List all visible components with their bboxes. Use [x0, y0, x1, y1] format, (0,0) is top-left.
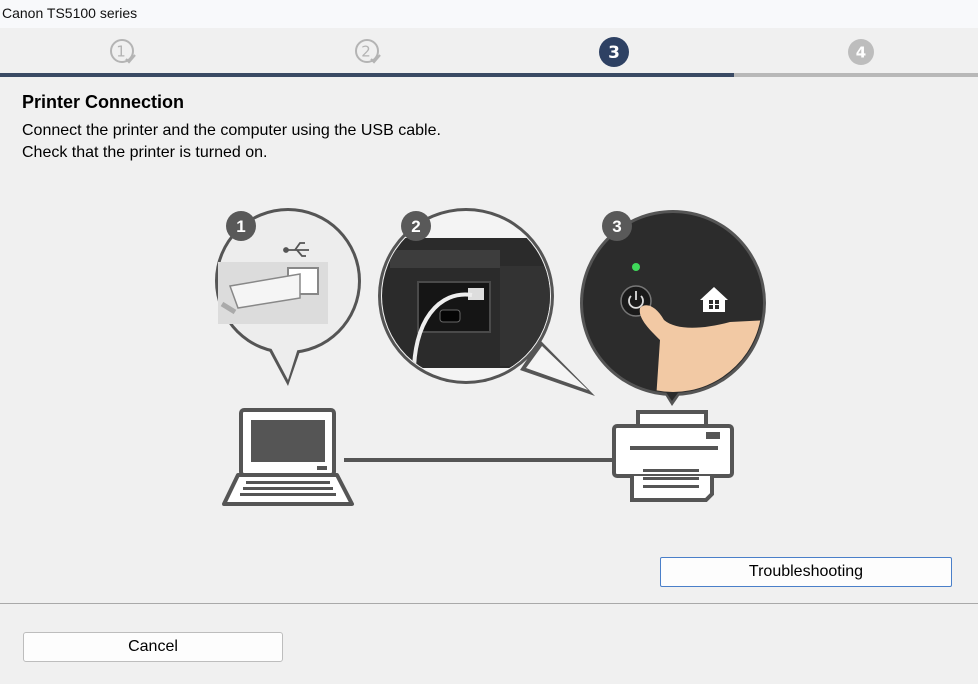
instruction-line-1: Connect the printer and the computer usi…	[22, 122, 441, 139]
callout-3-number: 3	[612, 217, 621, 236]
step-2-completed-icon: 2	[355, 39, 381, 64]
svg-text:4: 4	[856, 44, 866, 62]
power-led-icon	[632, 263, 640, 271]
laptop-icon	[222, 408, 354, 506]
usb-port-callout: 1	[215, 208, 361, 386]
printer-icon	[612, 410, 734, 502]
svg-text:1: 1	[116, 43, 126, 61]
printer-back-callout: 2	[378, 208, 595, 396]
power-button-callout: 3	[580, 210, 766, 406]
window-title: Canon TS5100 series	[2, 5, 138, 21]
title-bar: Canon TS5100 series	[0, 0, 978, 28]
svg-text:3: 3	[608, 43, 620, 63]
troubleshooting-button[interactable]: Troubleshooting	[660, 557, 952, 587]
instruction-line-2: Check that the printer is turned on.	[22, 144, 268, 161]
cancel-button[interactable]: Cancel	[23, 632, 283, 662]
step-4-upcoming-icon: 4	[848, 39, 874, 65]
footer-divider	[0, 603, 978, 604]
connection-illustration: 1 2 3	[215, 208, 766, 506]
svg-text:2: 2	[361, 43, 371, 61]
page-title: Printer Connection	[22, 92, 185, 112]
progress-fill	[0, 73, 734, 77]
step-3-current-icon: 3	[599, 37, 629, 67]
step-1-completed-icon: 1	[110, 39, 136, 64]
step-indicator: 1 2 3 4	[0, 28, 978, 78]
callout-2-number: 2	[411, 217, 420, 236]
callout-1-number: 1	[236, 217, 245, 236]
